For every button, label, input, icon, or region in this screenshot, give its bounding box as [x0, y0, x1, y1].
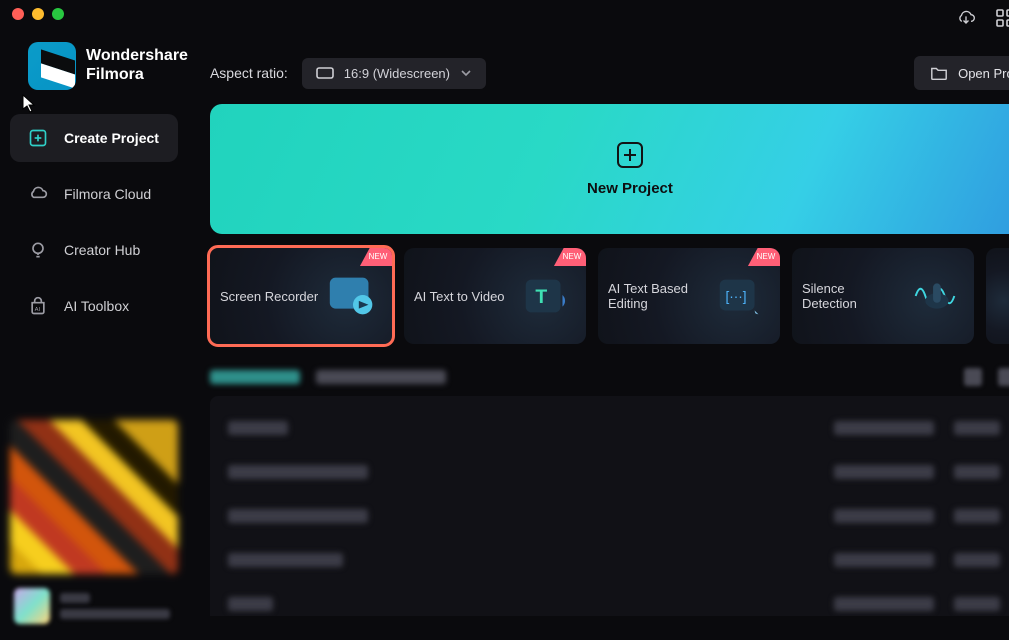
- project-row[interactable]: [228, 406, 1009, 450]
- open-project-button[interactable]: Open Project: [914, 56, 1009, 90]
- card-ai-text-to-video[interactable]: AI Text to Video NEW T: [404, 248, 586, 344]
- project-row[interactable]: [228, 538, 1009, 582]
- create-project-icon: [28, 128, 48, 148]
- sidebar-item-create-project[interactable]: Create Project: [10, 114, 178, 162]
- svg-text:[···]: [···]: [725, 289, 746, 304]
- sidebar-item-creator-hub[interactable]: Creator Hub: [10, 226, 178, 274]
- silence-detection-icon: [906, 271, 964, 321]
- svg-text:T: T: [535, 287, 547, 308]
- feature-cards: Screen Recorder NEW AI Text to Video NEW…: [188, 248, 1009, 344]
- project-row[interactable]: [228, 450, 1009, 494]
- sidebar-item-label: Create Project: [64, 130, 159, 146]
- text-to-video-icon: T: [518, 271, 576, 321]
- chevron-down-icon: [460, 69, 472, 77]
- ai-toolbox-icon: AI: [28, 296, 48, 316]
- sidebar-nav: Create Project Filmora Cloud Creator Hub…: [0, 114, 188, 330]
- project-row[interactable]: [228, 582, 1009, 616]
- aspect-ratio-label: Aspect ratio:: [210, 65, 288, 81]
- user-info: [60, 593, 170, 619]
- projects-header: [188, 344, 1009, 386]
- new-project-label: New Project: [587, 180, 673, 197]
- cloud-icon: [28, 184, 48, 204]
- window-zoom-button[interactable]: [52, 8, 64, 20]
- aspect-ratio-value: 16:9 (Widescreen): [344, 66, 450, 81]
- card-overflow[interactable]: [986, 248, 1009, 344]
- bulb-icon: [28, 240, 48, 260]
- new-badge: NEW: [360, 248, 392, 266]
- sidebar-item-label: AI Toolbox: [64, 298, 129, 314]
- sidebar-item-ai-toolbox[interactable]: AI AI Toolbox: [10, 282, 178, 330]
- card-title: AI Text to Video: [414, 289, 505, 304]
- new-project-button[interactable]: New Project: [210, 104, 1009, 234]
- aspect-ratio-select[interactable]: 16:9 (Widescreen): [302, 58, 486, 89]
- aspect-ratio-icon: [316, 67, 334, 79]
- card-silence-detection[interactable]: Silence Detection: [792, 248, 974, 344]
- sidebar-item-label: Filmora Cloud: [64, 186, 151, 202]
- project-row[interactable]: [228, 494, 1009, 538]
- projects-action-icon[interactable]: [964, 368, 982, 386]
- card-title: Screen Recorder: [220, 289, 318, 304]
- new-badge: NEW: [554, 248, 586, 266]
- screen-recorder-icon: [324, 271, 382, 321]
- cloud-download-icon[interactable]: [956, 9, 976, 27]
- promo-banner[interactable]: [10, 420, 178, 574]
- window-minimize-button[interactable]: [32, 8, 44, 20]
- main-area: Aspect ratio: 16:9 (Widescreen) Open Pro…: [188, 0, 1009, 640]
- folder-icon: [930, 65, 948, 81]
- projects-tab-active[interactable]: [210, 370, 300, 384]
- app-logo-text: Wondershare Filmora: [86, 47, 188, 85]
- projects-list: [210, 396, 1009, 616]
- projects-action-icon[interactable]: [998, 368, 1009, 386]
- toolbar: Aspect ratio: 16:9 (Widescreen) Open Pro…: [188, 30, 1009, 104]
- window-controls: [0, 6, 188, 34]
- sidebar: Wondershare Filmora Create Project Filmo…: [0, 0, 188, 640]
- open-project-label: Open Project: [958, 66, 1009, 81]
- app-logo-mark: [28, 42, 76, 90]
- window-close-button[interactable]: [12, 8, 24, 20]
- user-account-row[interactable]: [0, 582, 188, 640]
- projects-tab[interactable]: [316, 370, 446, 384]
- cursor-icon: [22, 94, 38, 114]
- text-editing-icon: [···]: [712, 271, 770, 321]
- sidebar-item-filmora-cloud[interactable]: Filmora Cloud: [10, 170, 178, 218]
- apps-grid-icon[interactable]: [996, 9, 1009, 27]
- avatar: [14, 588, 50, 624]
- topbar: [188, 0, 1009, 30]
- app-name-2: Filmora: [86, 66, 188, 85]
- app-name-1: Wondershare: [86, 47, 188, 66]
- svg-text:AI: AI: [35, 307, 41, 313]
- card-title: AI Text Based Editing: [608, 281, 708, 311]
- plus-icon: [617, 142, 643, 168]
- new-badge: NEW: [748, 248, 780, 266]
- app-logo: Wondershare Filmora: [0, 34, 188, 114]
- card-ai-text-based-editing[interactable]: AI Text Based Editing NEW [···]: [598, 248, 780, 344]
- sidebar-item-label: Creator Hub: [64, 242, 140, 258]
- card-screen-recorder[interactable]: Screen Recorder NEW: [210, 248, 392, 344]
- card-title: Silence Detection: [802, 281, 902, 311]
